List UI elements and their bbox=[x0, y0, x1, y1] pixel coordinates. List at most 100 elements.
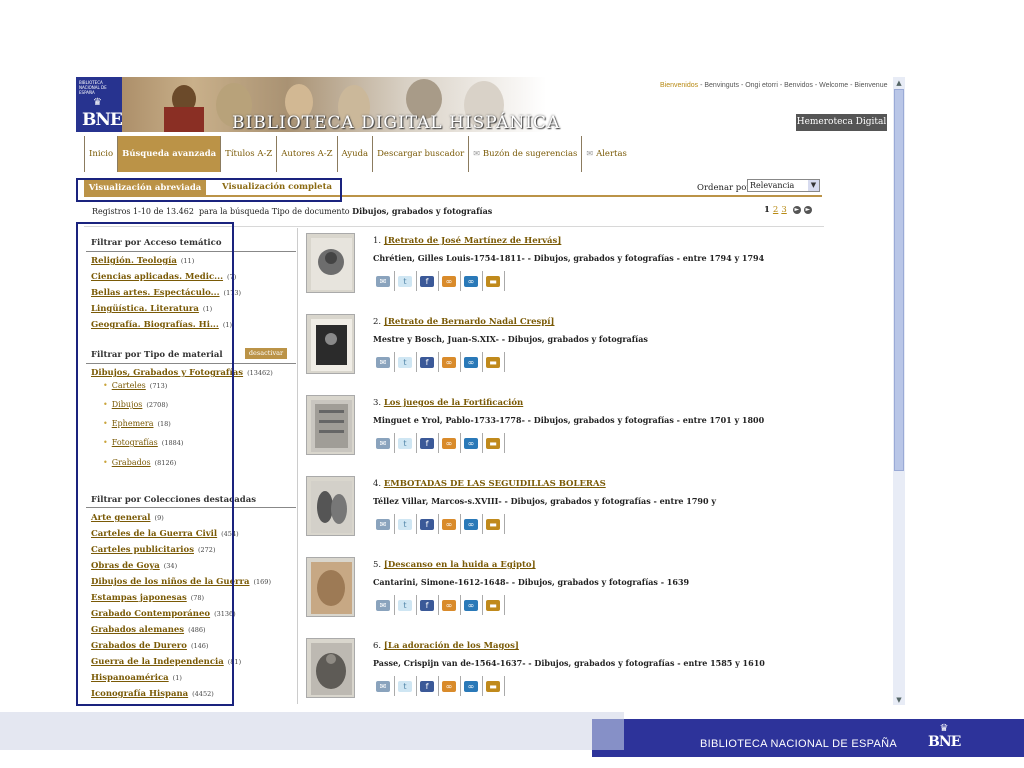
page-link[interactable]: 2 bbox=[773, 205, 778, 215]
comment-share[interactable]: ▬ bbox=[483, 433, 505, 453]
twitter-icon[interactable]: t bbox=[398, 357, 412, 368]
link-share[interactable]: ∞ bbox=[461, 514, 483, 534]
comment-icon[interactable]: ▬ bbox=[486, 276, 500, 287]
email-share[interactable]: ✉ bbox=[373, 595, 395, 615]
twitter-share[interactable]: t bbox=[395, 433, 417, 453]
email-icon[interactable]: ✉ bbox=[376, 681, 390, 692]
twitter-icon[interactable]: t bbox=[398, 519, 412, 530]
link-icon[interactable]: ∞ bbox=[464, 681, 478, 692]
result-title-link[interactable]: Los juegos de la Fortificación bbox=[384, 398, 523, 408]
hemeroteca-button[interactable]: Hemeroteca Digital bbox=[796, 114, 887, 131]
email-icon[interactable]: ✉ bbox=[376, 357, 390, 368]
facebook-share[interactable]: f bbox=[417, 352, 439, 372]
facebook-share[interactable]: f bbox=[417, 514, 439, 534]
nav-busqueda-avanzada[interactable]: Búsqueda avanzada bbox=[117, 136, 221, 172]
link-share[interactable]: ∞ bbox=[461, 433, 483, 453]
comment-share[interactable]: ▬ bbox=[483, 271, 505, 291]
email-share[interactable]: ✉ bbox=[373, 271, 395, 291]
facebook-share[interactable]: f bbox=[417, 271, 439, 291]
twitter-share[interactable]: t bbox=[395, 514, 417, 534]
twitter-share[interactable]: t bbox=[395, 352, 417, 372]
facebook-icon[interactable]: f bbox=[420, 438, 434, 449]
nav-buzon-sugerencias[interactable]: ✉ Buzón de sugerencias bbox=[468, 136, 581, 172]
facebook-icon[interactable]: f bbox=[420, 600, 434, 611]
comment-share[interactable]: ▬ bbox=[483, 514, 505, 534]
last-page-icon[interactable]: ► bbox=[803, 205, 812, 214]
link-icon[interactable]: ∞ bbox=[464, 357, 478, 368]
link-icon[interactable]: ∞ bbox=[442, 357, 456, 368]
twitter-icon[interactable]: t bbox=[398, 681, 412, 692]
permalink-share[interactable]: ∞ bbox=[439, 514, 461, 534]
twitter-icon[interactable]: t bbox=[398, 600, 412, 611]
comment-share[interactable]: ▬ bbox=[483, 676, 505, 696]
next-page-icon[interactable]: ► bbox=[792, 205, 801, 214]
sort-select[interactable]: Relevancia ▼ bbox=[747, 179, 820, 192]
comment-icon[interactable]: ▬ bbox=[486, 681, 500, 692]
comment-icon[interactable]: ▬ bbox=[486, 600, 500, 611]
link-icon[interactable]: ∞ bbox=[442, 519, 456, 530]
nav-alertas[interactable]: ✉ Alertas bbox=[581, 136, 631, 172]
comment-share[interactable]: ▬ bbox=[483, 595, 505, 615]
email-icon[interactable]: ✉ bbox=[376, 600, 390, 611]
link-share[interactable]: ∞ bbox=[461, 352, 483, 372]
link-icon[interactable]: ∞ bbox=[464, 438, 478, 449]
nav-ayuda[interactable]: Ayuda bbox=[336, 136, 373, 172]
scrollbar-thumb[interactable] bbox=[894, 89, 904, 471]
scroll-down-icon[interactable]: ▼ bbox=[894, 695, 904, 705]
link-icon[interactable]: ∞ bbox=[464, 519, 478, 530]
result-title-link[interactable]: EMBOTADAS DE LAS SEGUIDILLAS BOLERAS bbox=[384, 479, 606, 489]
permalink-share[interactable]: ∞ bbox=[439, 676, 461, 696]
result-title-link[interactable]: [La adoración de los Magos] bbox=[384, 641, 519, 651]
link-icon[interactable]: ∞ bbox=[442, 681, 456, 692]
result-title-link[interactable]: [Descanso en la huida a Egipto] bbox=[384, 560, 536, 570]
email-share[interactable]: ✉ bbox=[373, 433, 395, 453]
permalink-share[interactable]: ∞ bbox=[439, 433, 461, 453]
facebook-icon[interactable]: f bbox=[420, 357, 434, 368]
result-title-link[interactable]: [Retrato de José Martínez de Hervás] bbox=[384, 236, 562, 246]
twitter-icon[interactable]: t bbox=[398, 276, 412, 287]
result-thumbnail[interactable] bbox=[306, 476, 355, 536]
facebook-share[interactable]: f bbox=[417, 595, 439, 615]
language-rest[interactable]: - Benvinguts - Ongi etorri - Benvidos - … bbox=[698, 82, 887, 89]
comment-share[interactable]: ▬ bbox=[483, 352, 505, 372]
comment-icon[interactable]: ▬ bbox=[486, 438, 500, 449]
bne-logo[interactable]: BIBLIOTECA NACIONAL DE ESPAÑA ♛ BNE bbox=[76, 77, 123, 132]
nav-inicio[interactable]: Inicio bbox=[84, 136, 117, 172]
link-icon[interactable]: ∞ bbox=[464, 276, 478, 287]
nav-descargar-buscador[interactable]: Descargar buscador bbox=[372, 136, 468, 172]
result-thumbnail[interactable] bbox=[306, 638, 355, 698]
link-share[interactable]: ∞ bbox=[461, 595, 483, 615]
permalink-share[interactable]: ∞ bbox=[439, 271, 461, 291]
language-first[interactable]: Bienvenidos bbox=[660, 82, 698, 89]
email-share[interactable]: ✉ bbox=[373, 514, 395, 534]
facebook-icon[interactable]: f bbox=[420, 276, 434, 287]
twitter-share[interactable]: t bbox=[395, 595, 417, 615]
language-links[interactable]: Bienvenidos - Benvinguts - Ongi etorri -… bbox=[660, 82, 887, 89]
facebook-icon[interactable]: f bbox=[420, 519, 434, 530]
result-title-link[interactable]: [Retrato de Bernardo Nadal Crespí] bbox=[384, 317, 555, 327]
scroll-up-icon[interactable]: ▲ bbox=[894, 78, 904, 88]
result-thumbnail[interactable] bbox=[306, 557, 355, 617]
email-icon[interactable]: ✉ bbox=[376, 276, 390, 287]
page-link[interactable]: 3 bbox=[781, 205, 786, 215]
link-icon[interactable]: ∞ bbox=[442, 600, 456, 611]
link-share[interactable]: ∞ bbox=[461, 271, 483, 291]
link-icon[interactable]: ∞ bbox=[442, 276, 456, 287]
link-icon[interactable]: ∞ bbox=[464, 600, 478, 611]
chevron-down-icon[interactable]: ▼ bbox=[808, 180, 819, 191]
comment-icon[interactable]: ▬ bbox=[486, 357, 500, 368]
email-share[interactable]: ✉ bbox=[373, 676, 395, 696]
facebook-share[interactable]: f bbox=[417, 676, 439, 696]
nav-autores[interactable]: Autores A-Z bbox=[276, 136, 336, 172]
twitter-icon[interactable]: t bbox=[398, 438, 412, 449]
result-thumbnail[interactable] bbox=[306, 314, 355, 374]
permalink-share[interactable]: ∞ bbox=[439, 352, 461, 372]
twitter-share[interactable]: t bbox=[395, 676, 417, 696]
facebook-icon[interactable]: f bbox=[420, 681, 434, 692]
facebook-share[interactable]: f bbox=[417, 433, 439, 453]
email-icon[interactable]: ✉ bbox=[376, 438, 390, 449]
result-thumbnail[interactable] bbox=[306, 233, 355, 293]
permalink-share[interactable]: ∞ bbox=[439, 595, 461, 615]
link-icon[interactable]: ∞ bbox=[442, 438, 456, 449]
desactivar-button[interactable]: desactivar bbox=[245, 348, 287, 359]
